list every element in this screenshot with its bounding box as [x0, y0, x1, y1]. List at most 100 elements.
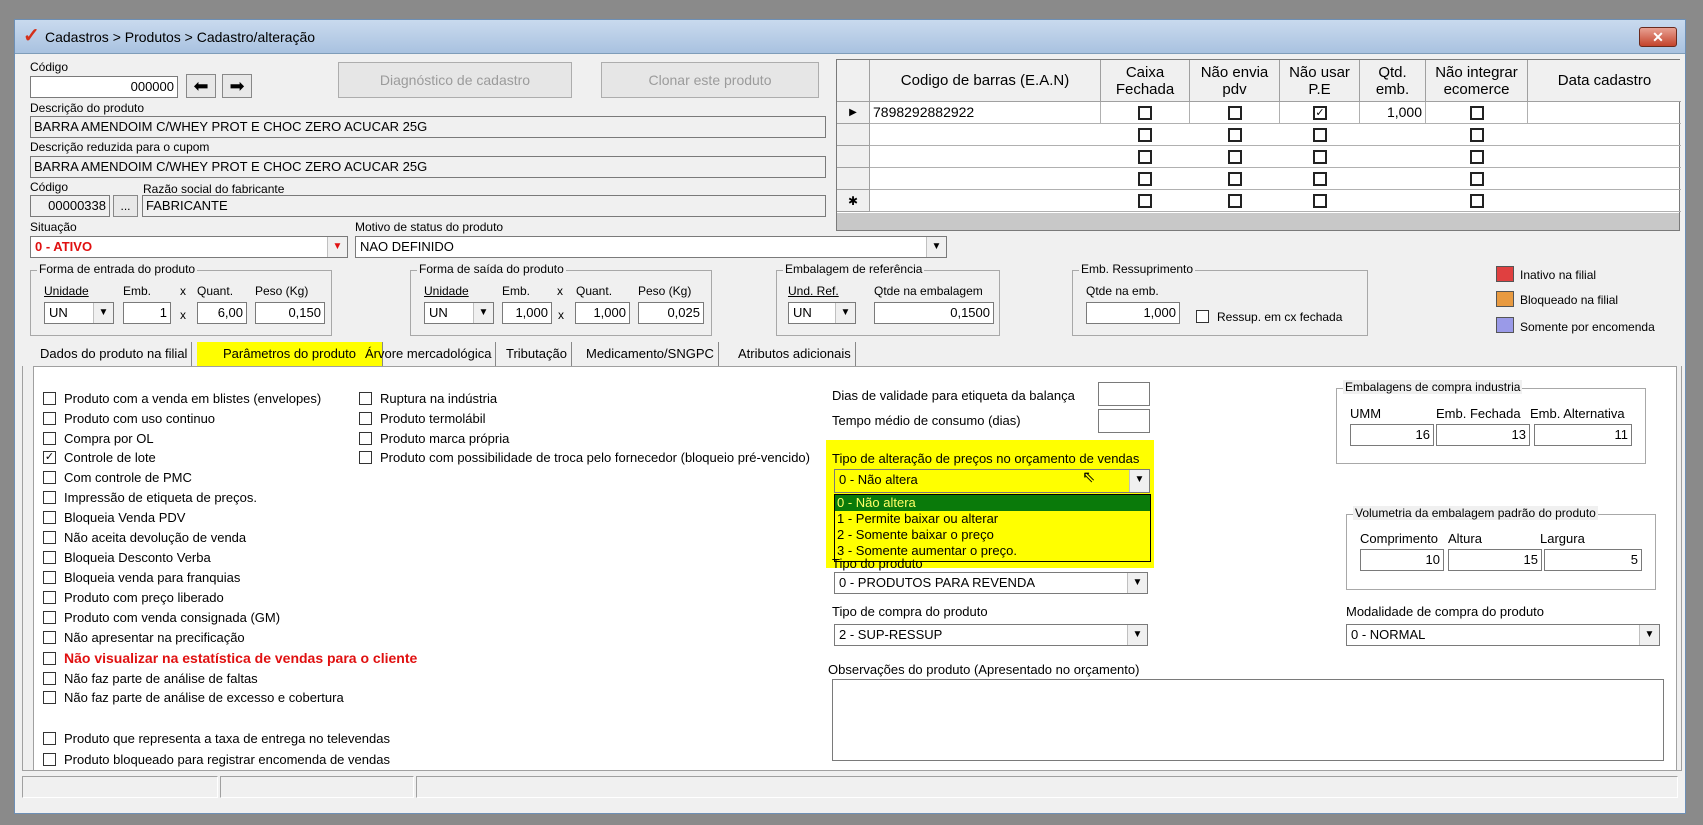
grid-checkbox[interactable] — [1470, 128, 1484, 142]
checkbox-row[interactable]: Ruptura na indústria — [359, 391, 497, 406]
checkbox-row[interactable]: Não visualizar na estatística de vendas … — [43, 650, 417, 666]
grid-checkbox[interactable] — [1313, 172, 1327, 186]
tipo-compra-select[interactable]: 2 - SUP-RESSUP ▼ — [834, 624, 1148, 646]
clonar-button[interactable]: Clonar este produto — [601, 62, 819, 98]
checkbox[interactable] — [359, 392, 372, 406]
checkbox-box[interactable] — [1196, 310, 1209, 324]
volumetria-alt-field[interactable]: 15 — [1448, 549, 1542, 571]
checkbox-row[interactable]: Bloqueia Desconto Verba — [43, 550, 211, 565]
entrada-peso-field[interactable]: 0,150 — [255, 302, 325, 324]
grid-checkbox[interactable] — [1313, 150, 1327, 164]
checkbox[interactable] — [359, 432, 372, 446]
situacao-select[interactable]: 0 - ATIVO ▼ — [30, 236, 348, 258]
grid-checkbox[interactable] — [1470, 172, 1484, 186]
entrada-quant-field[interactable]: 6,00 — [197, 302, 247, 324]
checkbox-row[interactable]: Produto bloqueado para registrar encomen… — [43, 752, 390, 767]
checkbox[interactable] — [43, 471, 56, 485]
checkbox[interactable] — [43, 631, 56, 645]
checkbox-row[interactable]: Impressão de etiqueta de preços. — [43, 490, 257, 505]
checkbox-row[interactable]: Não aceita devolução de venda — [43, 530, 246, 545]
checkbox-row[interactable]: Com controle de PMC — [43, 470, 192, 485]
checkbox-row[interactable]: Não faz parte de análise de excesso e co… — [43, 690, 344, 705]
saida-quant-field[interactable]: 1,000 — [575, 302, 630, 324]
saida-emb-field[interactable]: 1,000 — [502, 302, 552, 324]
dropdown-option[interactable]: 2 - Somente baixar o preço — [835, 527, 1150, 543]
tab-arvore[interactable]: Árvore mercadológica — [361, 342, 497, 366]
grid-checkbox[interactable] — [1228, 106, 1242, 120]
grid-checkbox[interactable] — [1470, 106, 1484, 120]
embcompra-umm-field[interactable]: 16 — [1350, 424, 1434, 446]
checkbox[interactable] — [43, 571, 56, 585]
grid-checkbox[interactable] — [1228, 194, 1242, 208]
checkbox[interactable] — [43, 732, 56, 746]
codigo-field[interactable]: 000000 — [30, 76, 178, 98]
tipo-alteracao-select[interactable]: 0 - Não altera ▼ — [834, 469, 1150, 493]
volumetria-larg-field[interactable]: 5 — [1544, 549, 1642, 571]
checkbox-row[interactable]: Não apresentar na precificação — [43, 630, 245, 645]
grid-checkbox[interactable] — [1313, 128, 1327, 142]
checkbox[interactable] — [43, 691, 56, 705]
checkbox-row[interactable]: Produto com preço liberado — [43, 590, 224, 605]
desc-reduzida-field[interactable]: BARRA AMENDOIM C/WHEY PROT E CHOC ZERO A… — [30, 156, 826, 178]
checkbox[interactable] — [43, 511, 56, 525]
modalidade-select[interactable]: 0 - NORMAL ▼ — [1346, 624, 1660, 646]
diagnostico-button[interactable]: Diagnóstico de cadastro — [338, 62, 572, 98]
grid-header-nao-integrar[interactable]: Não integrar ecomerce — [1426, 60, 1528, 102]
checkbox[interactable] — [43, 412, 56, 426]
tipo-produto-select[interactable]: 0 - PRODUTOS PARA REVENDA ▼ — [834, 572, 1148, 594]
checkbox-row[interactable]: Produto com uso continuo — [43, 411, 215, 426]
grid-checkbox[interactable] — [1228, 150, 1242, 164]
checkbox[interactable] — [359, 451, 372, 465]
checkbox[interactable] — [43, 591, 56, 605]
checkbox-row[interactable]: Produto com venda consignada (GM) — [43, 610, 280, 625]
grid-header-nao-usar-pe[interactable]: Não usar P.E — [1280, 60, 1360, 102]
tab-dados-filial[interactable]: Dados do produto na filial — [36, 342, 193, 366]
checkbox-row[interactable]: Bloqueia venda para franquias — [43, 570, 240, 585]
grid-checkbox[interactable] — [1138, 150, 1152, 164]
grid-checkbox[interactable] — [1228, 172, 1242, 186]
tab-medicamento[interactable]: Medicamento/SNGPC — [582, 342, 719, 366]
checkbox[interactable] — [43, 531, 56, 545]
checkbox-row[interactable]: Produto com a venda em blistes (envelope… — [43, 391, 321, 406]
entrada-unidade-select[interactable]: UN ▼ — [44, 302, 114, 324]
embref-qtde-field[interactable]: 0,1500 — [874, 302, 994, 324]
dropdown-option[interactable]: 0 - Não altera — [835, 495, 1150, 511]
checkbox[interactable] — [43, 611, 56, 625]
embcompra-fechada-field[interactable]: 13 — [1436, 424, 1530, 446]
fab-codigo-field[interactable]: 00000338 — [30, 195, 110, 217]
dias-validade-field[interactable] — [1098, 382, 1150, 406]
descricao-field[interactable]: BARRA AMENDOIM C/WHEY PROT E CHOC ZERO A… — [30, 116, 826, 138]
motivo-select[interactable]: NAO DEFINIDO ▼ — [355, 236, 947, 258]
embref-und-select[interactable]: UN ▼ — [788, 302, 856, 324]
grid-checkbox[interactable] — [1313, 194, 1327, 208]
grid-header-data-cadastro[interactable]: Data cadastro — [1528, 60, 1681, 102]
checkbox-row[interactable]: Compra por OL — [43, 431, 154, 446]
prev-arrow-icon[interactable]: ⬅ — [186, 74, 216, 98]
close-button[interactable]: ✕ — [1639, 27, 1677, 47]
checkbox-row[interactable]: Produto com possibilidade de troca pelo … — [359, 450, 810, 465]
grid-checkbox[interactable] — [1138, 172, 1152, 186]
checkbox-checked[interactable]: ✓ — [43, 451, 56, 465]
checkbox[interactable] — [43, 392, 56, 406]
grid-checkbox[interactable] — [1138, 128, 1152, 142]
tab-atributos[interactable]: Atributos adicionais — [734, 342, 856, 366]
checkbox-row[interactable]: Produto marca própria — [359, 431, 509, 446]
checkbox-row[interactable]: Produto termolábil — [359, 411, 486, 426]
checkbox[interactable] — [43, 672, 56, 686]
grid-cell-ean[interactable]: 7898292882922 — [870, 102, 1101, 124]
checkbox[interactable] — [43, 551, 56, 565]
checkbox-row[interactable]: ✓ Controle de lote — [43, 450, 156, 465]
fab-razao-field[interactable]: FABRICANTE — [142, 195, 826, 217]
saida-peso-field[interactable]: 0,025 — [638, 302, 704, 324]
saida-unidade-select[interactable]: UN ▼ — [424, 302, 494, 324]
grid-cell-qtd[interactable]: 1,000 — [1360, 102, 1426, 124]
observacoes-textarea[interactable] — [832, 679, 1664, 761]
fab-lookup-button[interactable]: ... — [113, 195, 138, 217]
checkbox[interactable] — [43, 753, 56, 767]
checkbox-row[interactable]: Bloqueia Venda PDV — [43, 510, 185, 525]
tab-tributacao[interactable]: Tributação — [502, 342, 572, 366]
grid-checkbox[interactable] — [1228, 128, 1242, 142]
entrada-emb-field[interactable]: 1 — [123, 302, 171, 324]
next-arrow-icon[interactable]: ➡ — [222, 74, 252, 98]
volumetria-comp-field[interactable]: 10 — [1360, 549, 1444, 571]
